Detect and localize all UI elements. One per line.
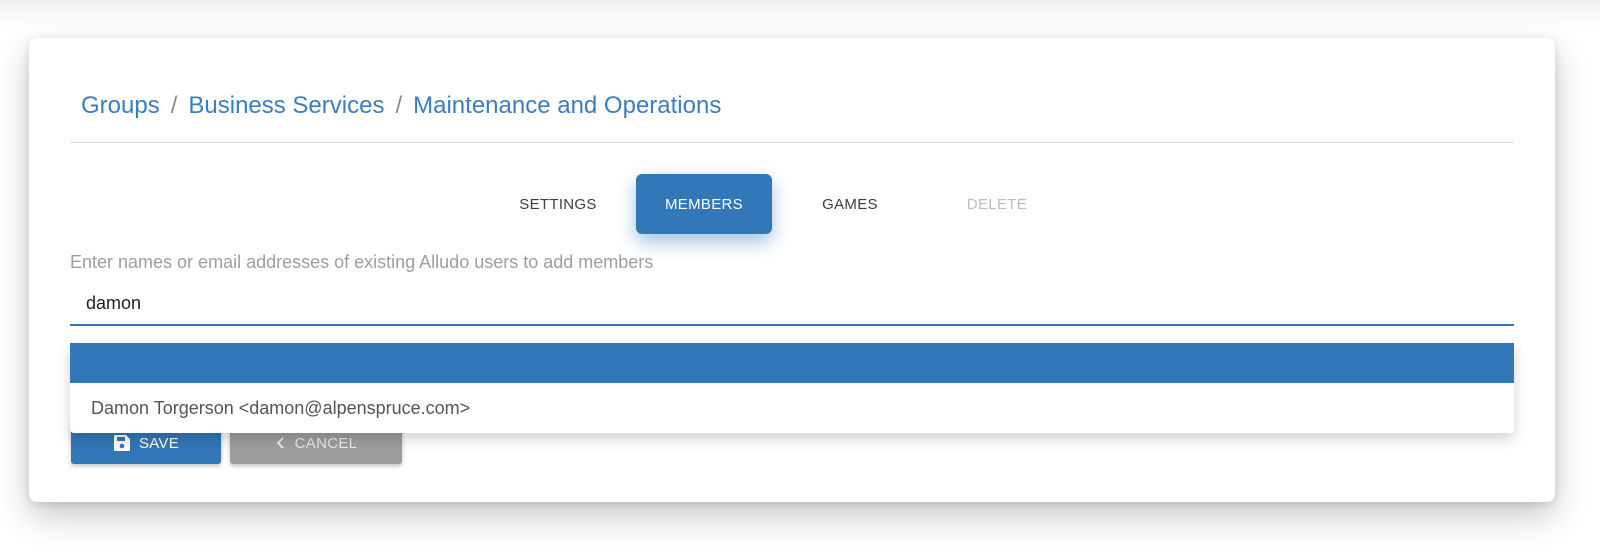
- chevron-left-icon: [275, 436, 287, 450]
- breadcrumb-separator: /: [395, 92, 403, 119]
- tab-members[interactable]: MEMBERS: [636, 174, 772, 234]
- header-divider: [70, 142, 1514, 143]
- member-suggestions-dropdown: Damon Torgerson <damon@alpenspruce.com>: [70, 343, 1514, 433]
- breadcrumb-business-services[interactable]: Business Services: [188, 92, 384, 119]
- cancel-button-label: CANCEL: [294, 434, 358, 452]
- suggestion-highlighted-item[interactable]: [70, 343, 1514, 383]
- floppy-disk-icon: [113, 434, 131, 452]
- tab-settings[interactable]: SETTINGS: [490, 174, 626, 234]
- tab-games[interactable]: GAMES: [782, 174, 918, 234]
- tab-bar: SETTINGS MEMBERS GAMES DELETE: [29, 174, 1555, 234]
- breadcrumb-maintenance-and-operations[interactable]: Maintenance and Operations: [413, 92, 721, 119]
- breadcrumb: Groups / Business Services / Maintenance and…: [81, 92, 721, 120]
- breadcrumb-groups[interactable]: Groups: [81, 92, 160, 119]
- suggestion-item[interactable]: Damon Torgerson <damon@alpenspruce.com>: [70, 383, 1514, 433]
- tab-delete: DELETE: [966, 195, 1028, 213]
- group-edit-card: Groups / Business Services / Maintenance and…: [29, 38, 1555, 502]
- member-search-helper-text: Enter names or email addresses of existi…: [70, 252, 654, 272]
- save-button-label: SAVE: [138, 434, 180, 452]
- breadcrumb-separator: /: [170, 92, 178, 119]
- member-search-input[interactable]: [70, 282, 1514, 326]
